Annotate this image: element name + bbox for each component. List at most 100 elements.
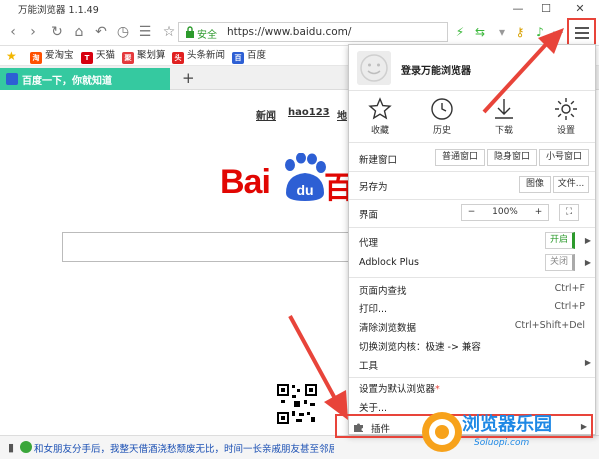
window-title: 万能浏览器 1.1.49 — [18, 5, 99, 16]
clear-data-item[interactable]: 清除浏览数据 Ctrl+Shift+Del — [349, 320, 595, 336]
clear-data-shortcut: Ctrl+Shift+Del — [514, 320, 585, 331]
browser-window: 万能浏览器 1.1.49 — ☐ ✕ ‹ › ↻ ⌂ ↶ ◷ ☰ ☆ 安全 ht… — [0, 0, 599, 459]
watermark: 浏览器乐园 Soluopi.com — [416, 408, 596, 456]
hao123-link[interactable]: hao123 — [288, 107, 330, 118]
bookmark-label: 百度 — [247, 50, 267, 61]
new-tab-plus-icon[interactable]: + — [182, 69, 195, 87]
set-default-label: 设置为默认浏览器* — [359, 384, 440, 395]
annotation-arrow-to-plugins — [288, 315, 348, 420]
proxy-toggle[interactable]: 开启 — [545, 232, 575, 249]
menu-divider — [349, 199, 595, 200]
toutiao-icon: 头 — [172, 52, 184, 64]
switch-core-item[interactable]: 切换浏览内核：极速 -> 兼容 — [349, 339, 595, 355]
sidebar-toggle-icon[interactable]: ▮ — [8, 441, 14, 454]
switch-core-label: 切换浏览内核：极速 -> 兼容 — [359, 342, 481, 353]
watermark-logo-icon — [422, 412, 462, 452]
title-bar: 万能浏览器 1.1.49 — ☐ ✕ — [0, 0, 599, 18]
active-tab[interactable]: 百度一下，你就知道 — [0, 68, 170, 90]
interface-label: 界面 — [359, 210, 379, 221]
bookmark-label: 爱淘宝 — [45, 50, 74, 61]
secure-label: 安全 — [197, 30, 217, 41]
map-link[interactable]: 地 — [337, 107, 347, 122]
menu-divider — [349, 377, 595, 378]
save-as-row: 另存为 图像 文件... — [349, 175, 595, 195]
adblock-toggle[interactable]: 关闭 — [545, 254, 575, 271]
refresh-icon[interactable]: ↻ — [48, 23, 66, 41]
save-as-label: 另存为 — [359, 182, 388, 193]
adblock-row[interactable]: Adblock Plus 关闭 ▶ — [349, 253, 595, 273]
login-label[interactable]: 登录万能浏览器 — [401, 62, 471, 77]
plugins-label: 插件 — [371, 424, 391, 435]
bookmark-label: 聚划算 — [137, 50, 166, 61]
history-label: 历史 — [432, 126, 451, 136]
taobao-icon: 淘 — [30, 52, 42, 64]
save-image-button[interactable]: 图像 — [519, 176, 551, 193]
save-file-button[interactable]: 文件... — [553, 176, 589, 193]
print-item[interactable]: 打印... Ctrl+P — [349, 301, 595, 317]
undo-icon[interactable]: ↶ — [92, 23, 110, 41]
history-clock-icon[interactable]: ◷ — [114, 23, 132, 41]
zoom-level: 100% — [481, 204, 529, 221]
minimize-icon[interactable]: — — [504, 0, 532, 18]
proxy-row[interactable]: 代理 开启 ▶ — [349, 231, 595, 251]
forward-icon[interactable]: › — [24, 23, 42, 41]
menu-bar-line — [575, 32, 589, 34]
logo-text-paw: du — [296, 182, 313, 198]
bookmark-item[interactable]: 淘爱淘宝 — [30, 49, 74, 64]
juhuasuan-icon: 聚 — [122, 52, 134, 64]
bookmarks-star-icon[interactable]: ★ — [6, 49, 17, 63]
zoom-in-button[interactable]: + — [529, 204, 549, 221]
news-link[interactable]: 新闻 — [256, 107, 276, 122]
incognito-window-button[interactable]: 隐身窗口 — [487, 149, 537, 166]
news-ticker[interactable]: 和女朋友分手后，我整天借酒浇愁颓废无比，时间一长亲戚朋友甚至邻居们都看不下去了 — [34, 441, 334, 455]
alt-account-window-button[interactable]: 小号窗口 — [539, 149, 589, 166]
back-icon[interactable]: ‹ — [4, 23, 22, 41]
tab-title: 百度一下，你就知道 — [22, 76, 112, 87]
new-window-row: 新建窗口 普通窗口 隐身窗口 小号窗口 — [349, 148, 595, 168]
favorites-label: 收藏 — [370, 126, 389, 136]
history-button[interactable]: 历史 — [419, 95, 465, 141]
proxy-label: 代理 — [359, 238, 379, 249]
find-label: 页面内查找 — [359, 286, 407, 297]
maximize-icon[interactable]: ☐ — [532, 0, 560, 18]
bookmark-item[interactable]: T 天猫 — [81, 49, 115, 64]
home-icon[interactable]: ⌂ — [70, 23, 88, 41]
lightning-icon[interactable]: ⚡ — [452, 24, 468, 40]
url-text: https://www.baidu.com/ — [227, 26, 352, 38]
menu-divider — [349, 227, 595, 228]
tools-item[interactable]: 工具 ▶ — [349, 358, 595, 374]
find-in-page-item[interactable]: 页面内查找 Ctrl+F — [349, 283, 595, 299]
normal-window-button[interactable]: 普通窗口 — [435, 149, 485, 166]
submenu-arrow-icon: ▶ — [584, 358, 591, 367]
clear-data-label: 清除浏览数据 — [359, 323, 417, 334]
tmall-icon: T — [81, 52, 93, 64]
set-default-item[interactable]: 设置为默认浏览器* — [349, 381, 595, 397]
watermark-title: 浏览器乐园 — [462, 414, 552, 435]
menu-bar-line — [575, 27, 589, 29]
annotation-arrow-to-menu — [482, 28, 564, 114]
fullscreen-icon[interactable]: ⛶ — [559, 204, 579, 221]
zoom-out-button[interactable]: − — [461, 204, 481, 221]
favorites-button[interactable]: 收藏 — [357, 95, 403, 141]
about-label: 关于... — [359, 403, 388, 414]
user-avatar-icon[interactable] — [357, 51, 391, 85]
submenu-arrow-icon: ▶ — [584, 258, 591, 267]
bookmark-list-icon[interactable]: ☰ — [136, 23, 154, 41]
baidu-icon: 百 — [232, 52, 244, 64]
favorite-star-icon[interactable]: ☆ — [160, 23, 178, 41]
baidu-paw-icon: du — [285, 153, 326, 201]
interface-row: 界面 − 100% + ⛶ — [349, 203, 595, 223]
close-icon[interactable]: ✕ — [566, 0, 594, 18]
search-input[interactable] — [62, 232, 362, 262]
bookmark-item[interactable]: 聚聚划算 — [122, 49, 166, 64]
settings-label: 设置 — [556, 126, 575, 136]
address-bar[interactable]: 安全 https://www.baidu.com/ — [178, 22, 448, 42]
bookmark-item[interactable]: 百百度 — [232, 49, 267, 64]
baidu-favicon-icon — [6, 73, 18, 85]
bookmark-label: 头条新闻 — [187, 50, 226, 61]
news-feed-icon — [20, 441, 32, 453]
logo-text-left: Bai — [220, 163, 271, 201]
lock-icon — [186, 26, 194, 38]
bookmark-item[interactable]: 头头条新闻 — [172, 49, 226, 64]
clock-icon — [431, 98, 453, 120]
